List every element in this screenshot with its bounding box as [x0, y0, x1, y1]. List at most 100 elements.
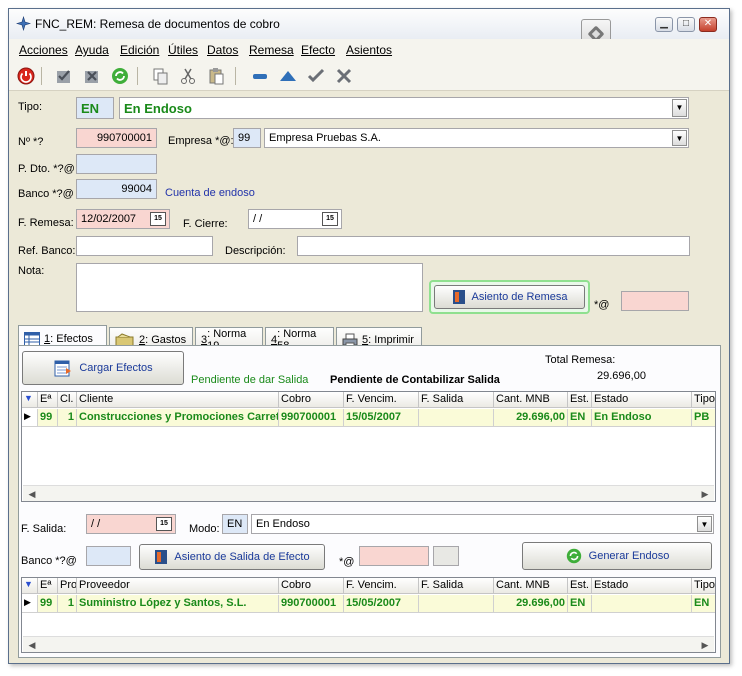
calendar-icon[interactable]: 15 — [322, 212, 338, 226]
banco2-field[interactable] — [86, 546, 131, 566]
modo-code-field[interactable]: EN — [222, 514, 248, 534]
table-cell[interactable]: 15/05/2007 — [344, 409, 419, 427]
column-header[interactable]: Cant. MNB — [494, 392, 568, 408]
column-header[interactable]: F. Vencim. — [344, 578, 419, 594]
column-header[interactable]: Est. — [568, 392, 592, 408]
calendar-icon[interactable]: 15 — [156, 517, 172, 531]
menu-datos[interactable]: Datos — [207, 43, 238, 57]
column-header[interactable]: Cant. MNB — [494, 578, 568, 594]
calendar-icon[interactable]: 15 — [150, 212, 166, 226]
column-header[interactable]: Proveedor — [77, 578, 279, 594]
table-cell[interactable]: PB — [692, 409, 715, 427]
table-cell[interactable]: Suministro López y Santos, S.L. — [77, 595, 279, 613]
accept-check-icon[interactable] — [305, 65, 327, 87]
table-cell[interactable]: 1 — [58, 409, 77, 427]
column-header[interactable]: Pro — [58, 578, 77, 594]
column-header[interactable]: Estado — [592, 578, 692, 594]
table-cell[interactable]: 990700001 — [279, 595, 344, 613]
column-header[interactable]: Cl. — [58, 392, 77, 408]
close-button[interactable]: ✕ — [699, 17, 717, 32]
tipo-code-field[interactable]: EN — [76, 97, 114, 119]
cargar-efectos-button[interactable]: Cargar Efectos — [22, 351, 184, 385]
cut-icon[interactable] — [177, 65, 199, 87]
empresa-select[interactable]: Empresa Pruebas S.A. ▼ — [264, 128, 689, 148]
table-cell[interactable]: 1 — [58, 595, 77, 613]
exit-icon[interactable] — [15, 65, 37, 87]
scroll-left-icon[interactable]: ◀ — [25, 487, 39, 501]
menu-acciones[interactable]: Acciones — [19, 43, 68, 57]
table-cell[interactable]: 29.696,00 — [494, 409, 568, 427]
chevron-down-icon[interactable]: ▼ — [672, 99, 687, 117]
column-header[interactable]: Tipo — [692, 578, 715, 594]
delete-list-icon[interactable] — [81, 65, 103, 87]
column-header[interactable]: Estado — [592, 392, 692, 408]
column-header[interactable]: F. Salida — [419, 392, 494, 408]
minimize-button[interactable]: ▁ — [655, 17, 673, 32]
sort-indicator-icon[interactable]: ▼ — [22, 578, 38, 594]
column-header[interactable]: Eª — [38, 578, 58, 594]
refbanco-field[interactable] — [76, 236, 213, 256]
column-header[interactable]: F. Salida — [419, 578, 494, 594]
chevron-down-icon[interactable]: ▼ — [672, 130, 687, 146]
table-cell[interactable]: 29.696,00 — [494, 595, 568, 613]
tipo-select[interactable]: En Endoso ▼ — [119, 97, 689, 119]
column-header[interactable]: Cobro — [279, 578, 344, 594]
maximize-button[interactable]: □ — [677, 17, 695, 32]
descripcion-field[interactable] — [297, 236, 690, 256]
table-cell[interactable]: Construcciones y Promociones Carretero, … — [77, 409, 279, 427]
table-cell[interactable]: EN — [568, 409, 592, 427]
table-cell[interactable]: EN — [568, 595, 592, 613]
check-list-icon[interactable] — [53, 65, 75, 87]
generar-endoso-button[interactable]: Generar Endoso — [522, 542, 712, 570]
up-triangle-icon[interactable] — [277, 65, 299, 87]
refresh-icon[interactable] — [109, 65, 131, 87]
paste-icon[interactable] — [205, 65, 227, 87]
row-pointer-icon[interactable]: ▶ — [22, 595, 38, 613]
asiento2-number-field[interactable] — [359, 546, 429, 566]
table-cell[interactable]: En Endoso — [592, 409, 692, 427]
menu-edicion[interactable]: Edición — [120, 43, 159, 57]
horizontal-scrollbar[interactable]: ◀ ▶ — [23, 485, 714, 501]
sort-indicator-icon[interactable]: ▼ — [22, 392, 38, 408]
column-header[interactable]: Eª — [38, 392, 58, 408]
column-header[interactable]: Est. — [568, 578, 592, 594]
table-cell[interactable] — [592, 595, 692, 613]
cancel-x-icon[interactable] — [333, 65, 355, 87]
table-cell[interactable]: EN — [692, 595, 715, 613]
copy-icon[interactable] — [149, 65, 171, 87]
scroll-right-icon[interactable]: ▶ — [698, 487, 712, 501]
asiento-salida-button[interactable]: Asiento de Salida de Efecto — [139, 544, 325, 570]
minus-icon[interactable] — [249, 65, 271, 87]
fsalida-field[interactable]: / / 15 — [86, 514, 176, 534]
asiento-number-field[interactable] — [621, 291, 689, 311]
table-cell[interactable]: 99 — [38, 409, 58, 427]
table-cell[interactable] — [419, 409, 494, 427]
row-pointer-icon[interactable]: ▶ — [22, 409, 38, 427]
scroll-right-icon[interactable]: ▶ — [698, 638, 712, 652]
menu-remesa[interactable]: Remesa — [249, 43, 294, 57]
banco-field[interactable]: 99004 — [76, 179, 157, 199]
menu-asientos[interactable]: Asientos — [346, 43, 392, 57]
table-cell[interactable] — [419, 595, 494, 613]
column-header[interactable]: Cobro — [279, 392, 344, 408]
numero-field[interactable]: 990700001 — [76, 128, 157, 148]
column-header[interactable]: Cliente — [77, 392, 279, 408]
pdto-field[interactable] — [76, 154, 157, 174]
asiento2-extra-field[interactable] — [433, 546, 459, 566]
menu-utiles[interactable]: Útiles — [168, 43, 198, 57]
asiento-remesa-button[interactable]: Asiento de Remesa — [434, 285, 585, 309]
empresa-code-field[interactable]: 99 — [233, 128, 261, 148]
fremesa-field[interactable]: 12/02/2007 15 — [76, 209, 170, 229]
table-cell[interactable]: 99 — [38, 595, 58, 613]
menu-efecto[interactable]: Efecto — [301, 43, 335, 57]
column-header[interactable]: Tipo — [692, 392, 715, 408]
chevron-down-icon[interactable]: ▼ — [697, 516, 712, 532]
fcierre-field[interactable]: / / 15 — [248, 209, 342, 229]
column-header[interactable]: F. Vencim. — [344, 392, 419, 408]
menu-ayuda[interactable]: Ayuda — [75, 43, 109, 57]
nota-textarea[interactable] — [76, 263, 423, 312]
modo-select[interactable]: En Endoso ▼ — [251, 514, 714, 534]
table-cell[interactable]: 15/05/2007 — [344, 595, 419, 613]
scroll-left-icon[interactable]: ◀ — [25, 638, 39, 652]
table-cell[interactable]: 990700001 — [279, 409, 344, 427]
